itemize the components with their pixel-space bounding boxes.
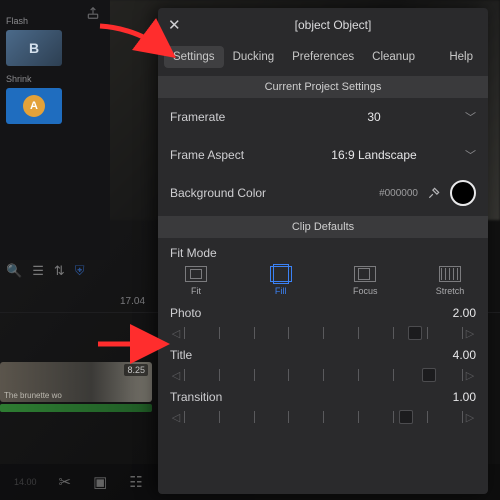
effects-panel: Flash B Shrink A — [0, 0, 110, 260]
framerate-value: 30 — [290, 110, 458, 124]
clip-caption: The brunette wo — [4, 391, 62, 400]
framerate-label: Framerate — [170, 110, 290, 124]
tab-settings[interactable]: Settings — [164, 46, 224, 68]
search-icon[interactable]: 🔍 — [6, 263, 22, 279]
modal-title: [object Object] — [188, 18, 478, 32]
photo-track[interactable] — [184, 326, 462, 340]
photo-value: 2.00 — [453, 306, 476, 320]
title-value: 4.00 — [453, 348, 476, 362]
tab-help[interactable]: Help — [440, 46, 482, 68]
focus-icon — [354, 266, 376, 282]
effect-thumb-a[interactable]: A — [6, 88, 62, 124]
cut-icon[interactable]: ✂ — [59, 473, 72, 491]
title-label: Title — [170, 348, 192, 362]
chevron-down-icon: ﹀ — [458, 147, 476, 163]
ruler-timecode: 17.04 — [120, 296, 145, 307]
media-icon[interactable]: ▣ — [93, 473, 107, 491]
bottom-timecode: 14.00 — [14, 477, 37, 487]
fitmode-fit[interactable]: Fit — [168, 266, 224, 296]
fitmode-focus[interactable]: Focus — [337, 266, 393, 296]
slider-left-icon[interactable]: ◁ — [170, 369, 182, 382]
panel-tools: 🔍 ☰ ⇅ ⛨ — [2, 260, 152, 282]
effect-group-shrink: Shrink — [6, 74, 104, 84]
framerate-row[interactable]: Framerate 30 ﹀ — [158, 98, 488, 136]
section-clip-defaults: Clip Defaults — [158, 216, 488, 238]
fitmode-fill[interactable]: Fill — [253, 266, 309, 296]
photo-slider: Photo 2.00 ◁ ▷ — [158, 302, 488, 344]
bgcolor-swatch[interactable] — [450, 180, 476, 206]
chevron-down-icon: ﹀ — [458, 109, 476, 125]
sort-icon[interactable]: ⇅ — [54, 263, 65, 279]
clip-duration: 8.25 — [124, 364, 148, 376]
filter-icon[interactable]: ☰ — [32, 263, 44, 279]
bgcolor-label: Background Color — [170, 186, 290, 200]
transition-value: 1.00 — [453, 390, 476, 404]
tab-ducking[interactable]: Ducking — [224, 46, 284, 68]
fitmode-stretch[interactable]: Stretch — [422, 266, 478, 296]
aspect-value: 16:9 Landscape — [290, 148, 458, 162]
aspect-label: Frame Aspect — [170, 148, 290, 162]
tab-preferences[interactable]: Preferences — [283, 46, 363, 68]
transition-slider: Transition 1.00 ◁ ▷ — [158, 386, 488, 428]
shield-icon[interactable]: ⛨ — [75, 263, 85, 279]
slider-right-icon[interactable]: ▷ — [464, 369, 476, 382]
fitmode-label: Fit Mode — [170, 246, 217, 260]
section-project-settings: Current Project Settings — [158, 76, 488, 98]
timeline-clip[interactable]: 8.25 The brunette wo — [0, 362, 152, 402]
stretch-icon — [439, 266, 461, 282]
layers-icon[interactable]: ☷ — [129, 473, 142, 491]
aspect-row[interactable]: Frame Aspect 16:9 Landscape ﹀ — [158, 136, 488, 174]
audio-clip[interactable] — [0, 404, 152, 412]
tab-cleanup[interactable]: Cleanup — [363, 46, 424, 68]
eyedropper-icon[interactable] — [426, 185, 442, 201]
fill-icon — [270, 266, 292, 282]
bgcolor-hex: #000000 — [379, 188, 418, 199]
modal-tabs: Settings Ducking Preferences Cleanup Hel… — [158, 42, 488, 72]
bgcolor-row: Background Color #000000 — [158, 174, 488, 212]
slider-right-icon[interactable]: ▷ — [464, 411, 476, 424]
transition-track[interactable] — [184, 410, 462, 424]
effect-thumb-b[interactable]: B — [6, 30, 62, 66]
export-icon[interactable] — [86, 6, 100, 25]
close-icon[interactable]: ✕ — [168, 16, 188, 34]
slider-left-icon[interactable]: ◁ — [170, 327, 182, 340]
title-slider: Title 4.00 ◁ ▷ — [158, 344, 488, 386]
fitmode-options: Fit Fill Focus Stretch — [158, 262, 488, 302]
photo-label: Photo — [170, 306, 201, 320]
settings-modal: ✕ [object Object] Settings Ducking Prefe… — [158, 8, 488, 494]
slider-left-icon[interactable]: ◁ — [170, 411, 182, 424]
fit-icon — [185, 266, 207, 282]
title-track[interactable] — [184, 368, 462, 382]
slider-right-icon[interactable]: ▷ — [464, 327, 476, 340]
transition-label: Transition — [170, 390, 222, 404]
